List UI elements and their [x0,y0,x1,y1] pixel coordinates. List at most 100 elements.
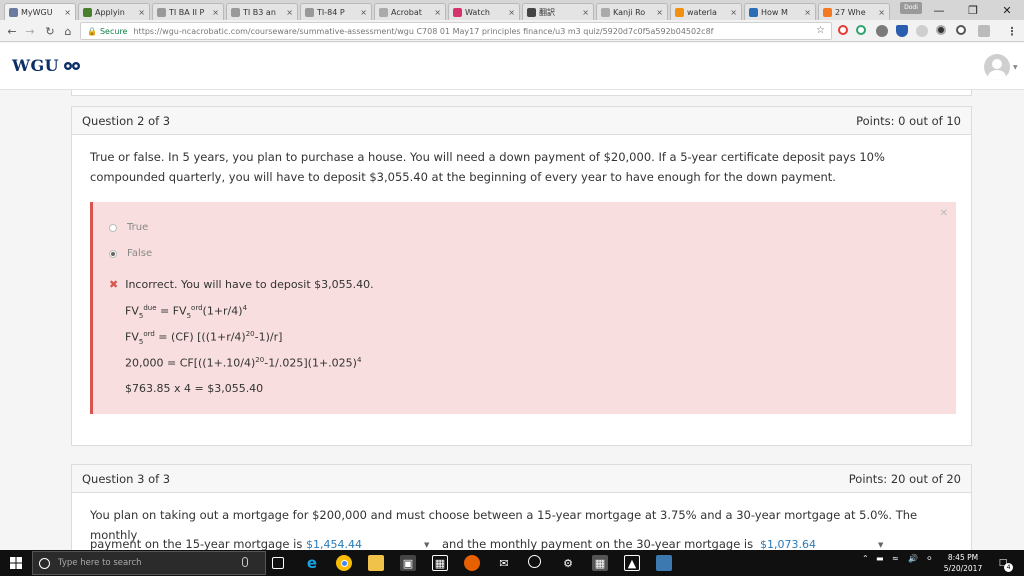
browser-tab[interactable]: 翻訳 × [522,3,594,20]
file-explorer-icon[interactable] [368,555,384,571]
cortana-icon [39,557,50,569]
tab-close-icon[interactable]: × [212,8,219,17]
wgu-logo[interactable]: WGU [12,56,81,75]
minimize-icon[interactable]: — [922,0,956,20]
task-view-icon[interactable] [272,557,284,569]
tab-label: TI B3 an [243,7,276,17]
calculator-icon[interactable]: ▦ [592,555,608,571]
tray-chevron-up-icon[interactable]: ⌃ [862,554,869,563]
extension-ring-icon[interactable] [936,25,946,35]
option-true[interactable]: True [109,222,148,233]
browser-menu-icon[interactable]: ⋮ [1004,23,1020,39]
battery-icon[interactable]: ▬ [876,554,884,563]
reload-icon[interactable]: ↻ [42,23,58,39]
tab-close-icon[interactable]: × [656,8,663,17]
home-icon[interactable]: ⌂ [60,23,76,39]
square-icon [527,7,536,17]
snipping-tool-icon[interactable] [656,555,672,571]
user-avatar[interactable] [984,54,1010,80]
close-feedback-icon[interactable]: ✕ [940,208,948,219]
tab-close-icon[interactable]: × [360,8,367,17]
address-bar[interactable]: 🔒 Secure https://wgu-ncacrobatic.com/cou… [80,22,832,40]
tab-close-icon[interactable]: × [582,8,589,17]
browser-tab[interactable]: TI BA II P × [152,3,224,20]
dropdown-30-year-payment[interactable]: $1,073.64 ▼ [760,538,890,550]
question-card-3: Question 3 of 3 Points: 20 out of 20 You… [71,464,972,550]
avatar-caret-icon[interactable]: ▼ [1013,64,1018,71]
tab-close-icon[interactable]: × [434,8,441,17]
browser-tab[interactable]: Watch × [448,3,520,20]
question-points: Points: 20 out of 20 [848,471,961,486]
tab-label: MyWGU [21,7,53,17]
browser-tab[interactable]: 27 Whe × [818,3,890,20]
system-clock[interactable]: 8:45 PM 5/20/2017 [943,552,983,574]
tab-label: How M [761,7,788,17]
browser-profile-chip[interactable]: Dodi [900,2,922,14]
browser-tab[interactable]: MyWGU × [4,3,76,20]
tab-close-icon[interactable]: × [730,8,737,17]
forward-arrow-icon[interactable]: → [22,23,38,39]
ti-icon [157,7,166,17]
chrome-icon[interactable] [336,555,352,571]
site-header: WGU ▼ [0,43,1024,90]
chevron-down-icon: ▼ [424,541,430,549]
back-arrow-icon[interactable]: ← [4,23,20,39]
firefox-icon[interactable] [464,555,480,571]
taskbar-search-box[interactable]: Type here to search [32,551,266,575]
radio-true[interactable] [109,223,117,232]
incorrect-x-icon: ✖ [109,278,119,291]
mail-icon[interactable]: ✉ [496,555,512,571]
tab-close-icon[interactable]: × [804,8,811,17]
browser-tab[interactable]: How M × [744,3,816,20]
extension-circle-icon[interactable] [956,25,966,35]
browser-tab[interactable]: TI B3 an × [226,3,298,20]
volume-icon[interactable]: 🔊 [908,554,918,563]
browser-tab[interactable]: TI-84 P × [300,3,372,20]
extension-gray-icon[interactable] [876,25,888,37]
wifi-icon[interactable]: ≈ [892,554,899,563]
dropdown-15-year-payment[interactable]: $1,454.44 ▼ [306,538,436,550]
photos-icon[interactable]: ▲ [624,555,640,571]
tab-label: waterla [687,7,717,17]
tab-close-icon[interactable]: × [138,8,145,17]
browser-tab[interactable]: waterla × [670,3,742,20]
option-false[interactable]: False [109,248,152,259]
edge-browser-icon[interactable]: e [304,554,320,572]
globe-icon [83,7,92,17]
tab-close-icon[interactable]: × [64,8,71,17]
ti-icon [231,7,240,17]
feedback-text: Incorrect. You will have to deposit $3,0… [125,278,374,291]
calendar-app-icon[interactable]: ▦ [432,555,448,571]
extension-drop-icon[interactable] [896,25,908,37]
browser-tab[interactable]: Applyin × [78,3,150,20]
ti-icon [305,7,314,17]
extension-square-icon[interactable] [978,25,990,37]
store-icon[interactable]: ▣ [400,555,416,571]
close-window-icon[interactable]: ✕ [990,0,1024,20]
lock-icon: 🔒 [87,26,97,36]
media-app-icon[interactable] [528,555,541,568]
microphone-icon[interactable] [242,557,248,567]
browser-tab[interactable]: Acrobat × [374,3,446,20]
clock-date: 5/20/2017 [943,564,983,573]
dropdown-value: $1,073.64 [760,538,816,550]
browser-tab[interactable]: Kanji Ro × [596,3,668,20]
extension-q-icon[interactable] [856,25,866,35]
extension-o-icon[interactable] [838,25,848,35]
start-button[interactable] [0,550,32,576]
avatar-head-shape [992,59,1002,69]
question-header: Question 2 of 3 Points: 0 out of 10 [72,107,971,135]
question-text-part: payment on the 15-year mortgage is [90,537,303,550]
restore-icon[interactable]: ❐ [956,0,990,20]
tab-close-icon[interactable]: × [286,8,293,17]
bookmark-star-icon[interactable]: ☆ [816,25,825,36]
network-people-icon[interactable]: ⚪ [926,554,933,563]
radio-false[interactable] [109,249,117,258]
extension-light-icon[interactable] [916,25,928,37]
notification-count-badge: 4 [1004,563,1013,572]
incorrect-message: ✖ Incorrect. You will have to deposit $3… [109,278,374,291]
settings-gear-icon[interactable]: ⚙ [560,555,576,571]
tab-close-icon[interactable]: × [878,8,885,17]
tab-close-icon[interactable]: × [508,8,515,17]
owl-logo-icon [64,61,81,70]
